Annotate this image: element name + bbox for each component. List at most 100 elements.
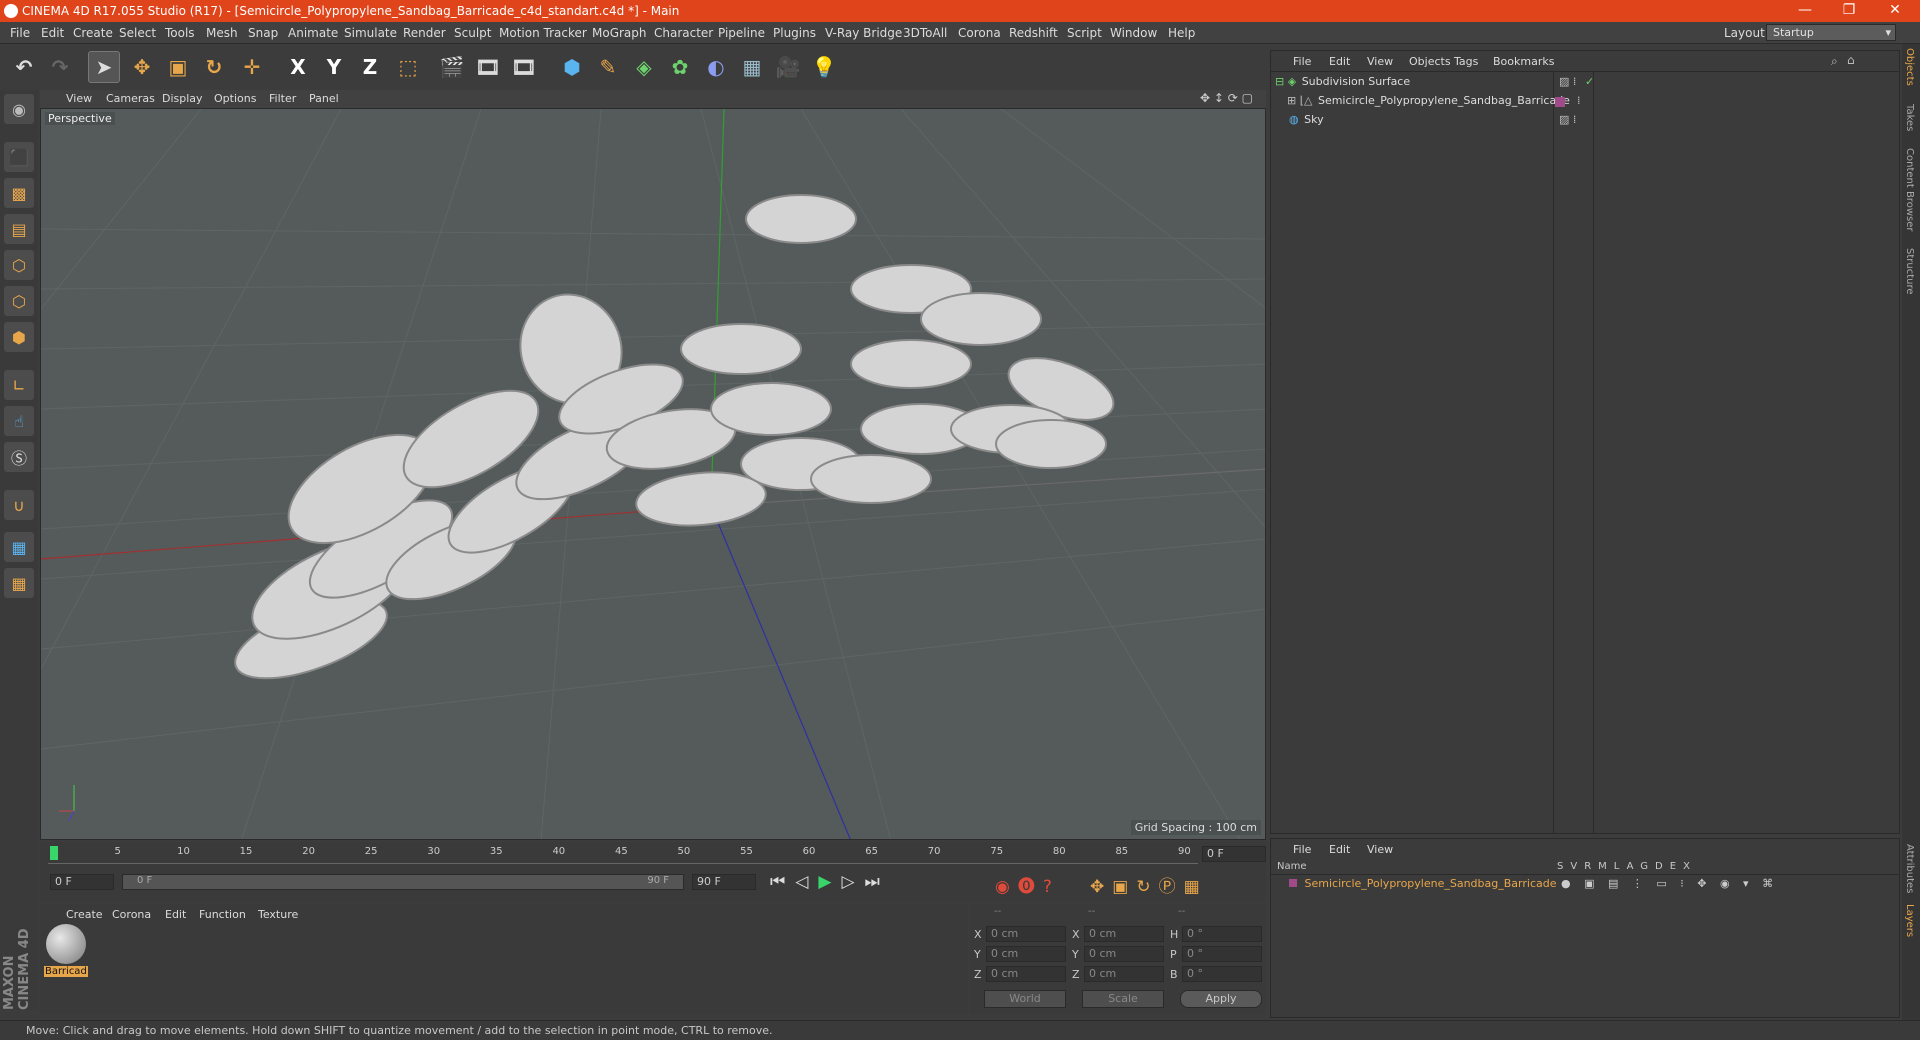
camera-icon[interactable]: 🎥 — [772, 51, 804, 83]
layer-color-swatch[interactable] — [1289, 879, 1297, 887]
tab-layers[interactable]: Layers — [1904, 904, 1915, 937]
render-settings-icon[interactable]: 🎞 — [508, 51, 540, 83]
home-icon[interactable]: ⌂ — [1847, 53, 1855, 67]
viewport-menu-view[interactable]: View — [66, 92, 92, 105]
axis-mode-icon[interactable]: ∟ — [4, 370, 34, 400]
autokey-icon[interactable]: ⓿ — [1018, 877, 1043, 897]
coord-rot-p-field[interactable]: 0 ° — [1182, 946, 1262, 962]
play-icon[interactable]: ▶ — [818, 872, 841, 892]
menu-sculpt[interactable]: Sculpt — [454, 26, 491, 40]
key-pla-icon[interactable]: ▦ — [1184, 877, 1208, 897]
menu-vray-bridge[interactable]: V-Ray Bridge — [825, 26, 902, 40]
viewport-menu-options[interactable]: Options — [214, 92, 256, 105]
coord-rot-h-field[interactable]: 0 ° — [1182, 926, 1262, 942]
layer-menu-view[interactable]: View — [1367, 843, 1393, 856]
mat-menu-function[interactable]: Function — [199, 908, 246, 921]
key-scale-icon[interactable]: ▣ — [1112, 877, 1136, 897]
layer-flag-icons[interactable]: ● ▣ ▤ ⋮ ▭ ⁝ ✥ ◉ ▾ ⌘ — [1561, 877, 1778, 890]
current-frame-field[interactable]: 0 F — [1202, 846, 1266, 862]
render-view-icon[interactable]: 🎬 — [436, 51, 468, 83]
minimize-button[interactable]: — — [1790, 2, 1820, 18]
layout-dropdown[interactable]: Startup ▾ — [1766, 24, 1896, 41]
floor-icon[interactable]: ▦ — [736, 51, 768, 83]
obj-menu-objects[interactable]: Objects — [1409, 55, 1451, 68]
z-axis-lock-button[interactable]: Z — [354, 51, 386, 83]
edges-mode-icon[interactable]: ⬡ — [4, 286, 34, 316]
step-back-icon[interactable]: ◁ — [795, 872, 818, 892]
menu-corona[interactable]: Corona — [958, 26, 1001, 40]
playback-controls[interactable]: ⏮◁▶▷⏭ — [770, 872, 890, 892]
tab-objects[interactable]: Objects — [1904, 48, 1915, 86]
material-tag-icon[interactable] — [1555, 97, 1565, 107]
coord-size-z-field[interactable]: 0 cm — [1084, 966, 1164, 982]
start-frame-field[interactable]: 0 F — [50, 874, 114, 890]
snap-icon[interactable]: Ⓢ — [4, 442, 34, 472]
enabled-check-icon[interactable]: ✓ — [1585, 75, 1594, 88]
playhead[interactable] — [50, 846, 58, 860]
menu-pipeline[interactable]: Pipeline — [718, 26, 765, 40]
menu-mograph[interactable]: MoGraph — [592, 26, 647, 40]
select-tool-icon[interactable]: ➤ — [88, 51, 120, 83]
tab-takes[interactable]: Takes — [1904, 104, 1915, 131]
make-editable-icon[interactable]: ◉ — [4, 94, 34, 124]
workplane-lock-icon[interactable]: ▦ — [4, 532, 34, 562]
close-button[interactable]: ✕ — [1880, 2, 1910, 18]
menu-tools[interactable]: Tools — [165, 26, 195, 40]
record-controls[interactable]: ◉⓿? — [995, 872, 1060, 897]
rotate-tool-icon[interactable]: ↻ — [198, 51, 230, 83]
redo-icon[interactable]: ↷ — [44, 51, 76, 83]
spline-pen-icon[interactable]: ✎ — [592, 51, 624, 83]
obj-menu-edit[interactable]: Edit — [1329, 55, 1350, 68]
step-forward-icon[interactable]: ▷ — [841, 872, 864, 892]
coord-system-dropdown[interactable]: World — [984, 990, 1066, 1008]
viewport-menu-panel[interactable]: Panel — [309, 92, 339, 105]
material-swatch[interactable]: Barricad — [44, 924, 88, 984]
menu-mesh[interactable]: Mesh — [206, 26, 238, 40]
object-row-sky[interactable]: ◍ Sky ▨ ⁞ — [1275, 113, 1895, 131]
obj-menu-view[interactable]: View — [1367, 55, 1393, 68]
key-filters[interactable]: ✥▣↻Ⓟ▦ — [1090, 872, 1208, 897]
end-frame-field[interactable]: 90 F — [692, 874, 756, 890]
object-row-barricade[interactable]: ⊞ ⌊△ Semicircle_Polypropylene_Sandbag_Ba… — [1287, 94, 1891, 112]
coord-rot-b-field[interactable]: 0 ° — [1182, 966, 1262, 982]
menu-create[interactable]: Create — [73, 26, 113, 40]
keyframe-help-icon[interactable]: ? — [1043, 877, 1060, 897]
planar-workplane-icon[interactable]: ▦ — [4, 568, 34, 598]
menu-3dtoall[interactable]: 3DToAll — [903, 26, 947, 40]
mat-menu-create[interactable]: Create — [66, 908, 103, 921]
coord-pos-y-field[interactable]: 0 cm — [986, 946, 1066, 962]
coord-size-y-field[interactable]: 0 cm — [1084, 946, 1164, 962]
object-row-subdivision[interactable]: ⊟ ◈ Subdivision Surface ▨ ⁞ ✓ — [1275, 75, 1895, 93]
frame-range-slider[interactable]: 0 F 90 F — [122, 874, 684, 890]
points-mode-icon[interactable]: ⬡ — [4, 250, 34, 280]
menu-animate[interactable]: Animate — [288, 26, 338, 40]
x-axis-lock-button[interactable]: X — [282, 51, 314, 83]
tab-structure[interactable]: Structure — [1904, 248, 1915, 295]
apply-button[interactable]: Apply — [1180, 990, 1262, 1008]
3d-viewport[interactable]: Perspective Grid Spacing: 100 cm — [40, 108, 1266, 840]
transform-tool-icon[interactable]: ✛ — [236, 51, 268, 83]
tweak-mode-icon[interactable]: ☝ — [4, 406, 34, 436]
key-param-icon[interactable]: Ⓟ — [1159, 877, 1184, 897]
visibility-dots-icon[interactable]: ▨ ⁞ — [1559, 113, 1576, 126]
undo-icon[interactable]: ↶ — [8, 51, 40, 83]
menu-character[interactable]: Character — [654, 26, 713, 40]
render-picture-viewer-icon[interactable]: 🎞 — [472, 51, 504, 83]
texture-mode-icon[interactable]: ▩ — [4, 178, 34, 208]
menu-snap[interactable]: Snap — [248, 26, 278, 40]
coord-size-x-field[interactable]: 0 cm — [1084, 926, 1164, 942]
light-icon[interactable]: 💡 — [808, 51, 840, 83]
y-axis-lock-button[interactable]: Y — [318, 51, 350, 83]
menu-help[interactable]: Help — [1168, 26, 1195, 40]
viewport-menu-filter[interactable]: Filter — [269, 92, 296, 105]
coord-pos-z-field[interactable]: 0 cm — [986, 966, 1066, 982]
menu-select[interactable]: Select — [119, 26, 156, 40]
record-key-icon[interactable]: ◉ — [995, 877, 1018, 897]
viewport-nav-icons[interactable]: ✥ ↕ ⟳ ▢ — [1200, 91, 1253, 105]
menu-file[interactable]: File — [10, 26, 30, 40]
mat-menu-texture[interactable]: Texture — [258, 908, 298, 921]
move-tool-icon[interactable]: ✥ — [126, 51, 158, 83]
go-to-end-icon[interactable]: ⏭ — [865, 872, 890, 892]
layer-menu-file[interactable]: File — [1293, 843, 1311, 856]
cloner-icon[interactable]: ✿ — [664, 51, 696, 83]
